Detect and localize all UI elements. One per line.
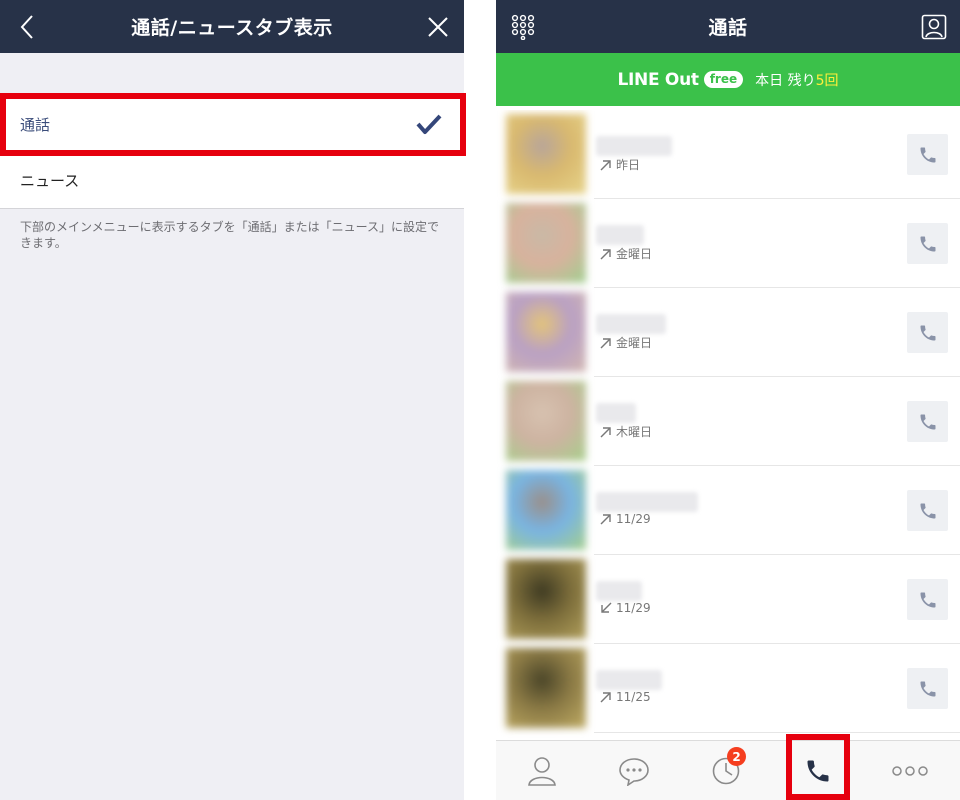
dialpad-icon	[511, 14, 534, 40]
call-meta: 昨日	[600, 156, 640, 173]
call-date: 金曜日	[616, 247, 653, 261]
chevron-left-icon	[20, 14, 33, 39]
contact-name-redacted	[596, 314, 666, 334]
contact-name-redacted	[596, 225, 644, 245]
avatar	[506, 203, 586, 283]
phone-icon	[920, 414, 935, 429]
chat-bubble-icon	[619, 758, 649, 786]
avatar	[506, 470, 586, 550]
call-back-button[interactable]	[907, 490, 948, 531]
phone-icon	[920, 681, 935, 696]
option-news-label: ニュース	[20, 172, 80, 190]
tab-timeline[interactable]: 2	[680, 741, 772, 800]
calls-screen: 通話 LINE Out free 本日 残り5回 昨日 金曜日 金曜日 木曜日 11/2…	[496, 0, 960, 800]
tab-chats[interactable]	[588, 741, 680, 800]
contact-name-redacted	[596, 581, 642, 601]
back-button[interactable]	[0, 0, 53, 53]
keypad-button[interactable]	[496, 0, 549, 53]
line-out-banner[interactable]: LINE Out free 本日 残り5回	[496, 53, 960, 106]
option-news[interactable]: ニュース	[0, 153, 464, 209]
avatar	[506, 648, 586, 728]
call-date: 金曜日	[616, 336, 653, 350]
more-icon	[892, 766, 928, 776]
outgoing-call-arrow-icon	[600, 248, 611, 259]
tab-more[interactable]	[864, 741, 956, 800]
person-icon	[528, 757, 556, 786]
contact-name-redacted	[596, 492, 698, 512]
phone-icon	[920, 503, 935, 518]
remaining-count: 5回	[815, 72, 839, 89]
page-title: 通話	[708, 17, 748, 39]
call-history-item[interactable]: 金曜日	[496, 288, 960, 377]
call-back-button[interactable]	[907, 668, 948, 709]
checkmark-icon	[416, 114, 442, 134]
avatar	[506, 381, 586, 461]
settings-header: 通話/ニュースタブ表示	[0, 0, 464, 53]
phone-icon	[920, 592, 935, 607]
bottom-tab-bar: 2	[496, 740, 960, 800]
contact-name-redacted	[596, 670, 662, 690]
call-back-button[interactable]	[907, 579, 948, 620]
phone-icon	[920, 325, 935, 340]
phone-icon	[807, 760, 829, 782]
call-meta: 11/25	[600, 690, 651, 704]
call-back-button[interactable]	[907, 401, 948, 442]
contacts-button[interactable]	[907, 0, 960, 53]
notification-badge: 2	[727, 747, 746, 766]
call-history-item[interactable]: 11/29	[496, 466, 960, 555]
phone-icon	[920, 147, 935, 162]
option-call-label: 通話	[20, 116, 51, 134]
outgoing-call-arrow-icon	[600, 159, 611, 170]
call-meta: 木曜日	[600, 423, 652, 440]
call-back-button[interactable]	[907, 312, 948, 353]
call-meta: 金曜日	[600, 245, 652, 262]
call-date: 11/29	[616, 601, 651, 615]
calls-header: 通話	[496, 0, 960, 53]
close-icon	[427, 16, 448, 37]
call-history-item[interactable]: 木曜日	[496, 377, 960, 466]
call-history-item[interactable]: 11/25	[496, 644, 960, 733]
tab-settings-screen: 通話/ニュースタブ表示 通話 ニュース 下部のメインメニューに表示するタブを「通…	[0, 0, 466, 800]
call-history-item[interactable]: 昨日	[496, 110, 960, 199]
call-date: 11/25	[616, 690, 651, 704]
phone-icon	[920, 236, 935, 251]
call-history-list: 昨日 金曜日 金曜日 木曜日 11/29 11/29 11/25	[496, 110, 960, 740]
page-title: 通話/ニュースタブ表示	[131, 17, 333, 39]
avatar	[506, 114, 586, 194]
outgoing-call-arrow-icon	[600, 426, 611, 437]
call-back-button[interactable]	[907, 223, 948, 264]
call-date: 木曜日	[616, 425, 653, 439]
contact-card-icon	[921, 14, 946, 39]
outgoing-call-arrow-icon	[600, 337, 611, 348]
line-out-logo: LINE Out	[617, 69, 700, 90]
incoming-call-arrow-icon	[601, 602, 612, 613]
remaining-calls: 本日 残り5回	[755, 70, 838, 90]
call-history-item[interactable]: 11/29	[496, 555, 960, 644]
outgoing-call-arrow-icon	[600, 514, 611, 525]
tab-calls[interactable]	[772, 741, 864, 800]
avatar	[506, 559, 586, 639]
remaining-prefix: 本日 残り	[755, 72, 816, 89]
outgoing-call-arrow-icon	[600, 692, 611, 703]
call-meta: 金曜日	[600, 334, 652, 351]
call-date: 昨日	[616, 158, 641, 172]
description-text: 下部のメインメニューに表示するタブを「通話」または「ニュース」に設定できます。	[20, 220, 440, 250]
call-back-button[interactable]	[907, 134, 948, 175]
close-button[interactable]	[411, 0, 464, 53]
call-meta: 11/29	[600, 512, 651, 526]
avatar	[506, 292, 586, 372]
call-history-item[interactable]: 金曜日	[496, 199, 960, 288]
call-date: 11/29	[616, 512, 651, 526]
contact-name-redacted	[596, 136, 672, 156]
free-badge: free	[703, 71, 744, 88]
tab-friends[interactable]	[496, 741, 588, 800]
contact-name-redacted	[596, 403, 636, 423]
option-call[interactable]: 通話	[0, 97, 464, 153]
call-meta: 11/29	[600, 601, 651, 615]
